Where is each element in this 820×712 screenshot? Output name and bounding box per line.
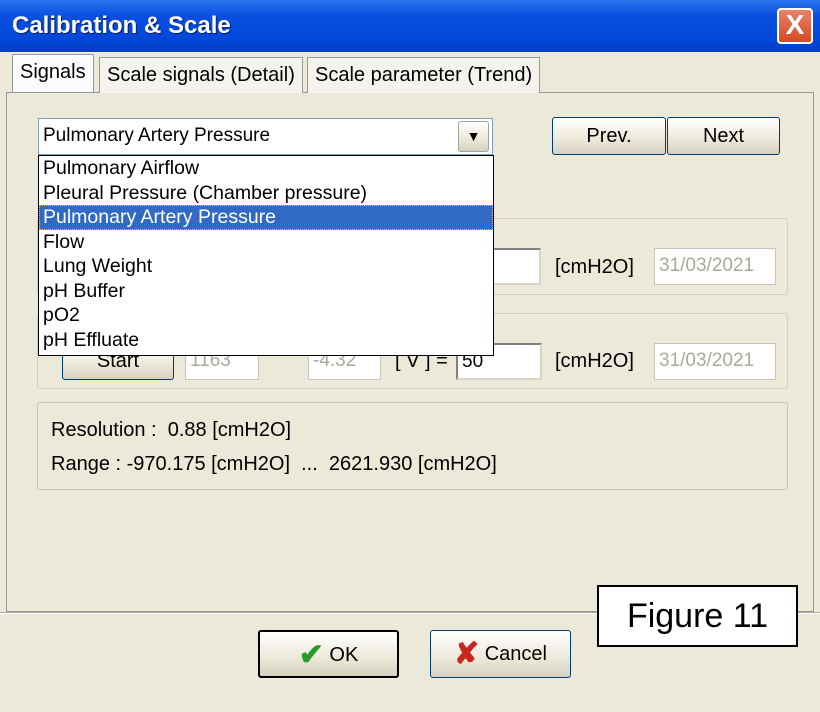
point1-unit: [cmH2O] bbox=[555, 256, 634, 278]
range-text: Range : -970.175 [cmH2O] ... 2621.930 [c… bbox=[51, 453, 497, 475]
resolution-text: Resolution : 0.88 [cmH2O] bbox=[51, 419, 292, 441]
cancel-button[interactable]: ✘ Cancel bbox=[430, 630, 571, 678]
checkmark-icon: ✔ bbox=[298, 638, 324, 672]
info-box bbox=[37, 402, 788, 490]
window-title: Calibration & Scale bbox=[12, 12, 231, 39]
signal-select-value: Pulmonary Artery Pressure bbox=[43, 125, 271, 146]
ok-label: OK bbox=[329, 644, 359, 666]
ok-button[interactable]: ✔ OK bbox=[258, 630, 399, 678]
point2-date: 31/03/2021 bbox=[654, 343, 776, 380]
tab-signals[interactable]: Signals bbox=[12, 54, 94, 92]
tab-scale-parameter-trend[interactable]: Scale parameter (Trend) bbox=[307, 57, 541, 93]
list-item[interactable]: pH Buffer bbox=[39, 279, 493, 304]
chevron-down-icon[interactable]: ▼ bbox=[458, 121, 489, 152]
list-item[interactable]: Lung Weight bbox=[39, 254, 493, 279]
close-button[interactable]: X bbox=[777, 8, 813, 44]
x-cross-icon: ✘ bbox=[454, 637, 480, 671]
list-item-selected[interactable]: Pulmonary Artery Pressure bbox=[39, 205, 493, 230]
list-item[interactable]: Pulmonary Airflow bbox=[39, 156, 493, 181]
figure-label: Figure 11 bbox=[597, 585, 798, 647]
next-button[interactable]: Next bbox=[667, 117, 780, 155]
tab-scale-signals-detail[interactable]: Scale signals (Detail) bbox=[99, 57, 303, 93]
signal-select[interactable]: Pulmonary Artery Pressure bbox=[38, 118, 493, 155]
signal-dropdown-list: Pulmonary Airflow Pleural Pressure (Cham… bbox=[38, 155, 494, 356]
list-item[interactable]: pO2 bbox=[39, 303, 493, 328]
list-item[interactable]: Pleural Pressure (Chamber pressure) bbox=[39, 181, 493, 206]
cancel-label: Cancel bbox=[484, 643, 547, 665]
list-item[interactable]: pH Effluate bbox=[39, 328, 493, 353]
prev-button[interactable]: Prev. bbox=[552, 117, 666, 155]
list-item[interactable]: Flow bbox=[39, 230, 493, 255]
point1-date: 31/03/2021 bbox=[654, 248, 776, 285]
point2-unit: [cmH2O] bbox=[555, 350, 634, 372]
